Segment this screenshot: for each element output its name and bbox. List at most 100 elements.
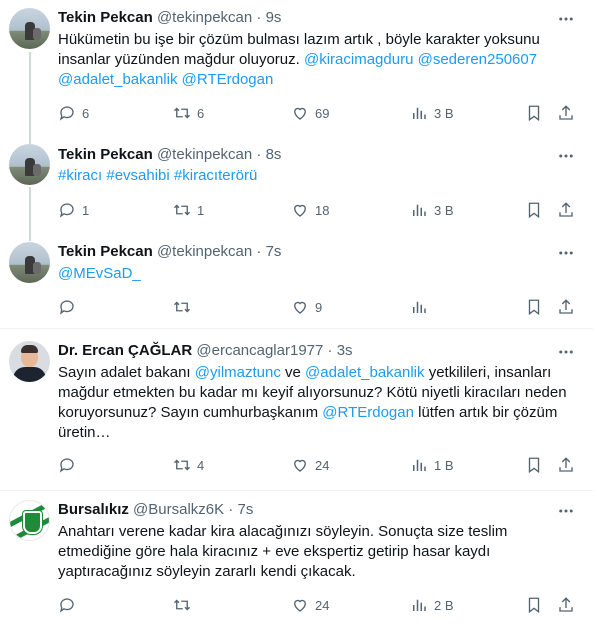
more-icon[interactable] [557, 10, 575, 28]
author-handle[interactable]: @Bursalkz6K [133, 501, 224, 518]
like-count: 24 [315, 457, 330, 473]
author-name[interactable]: Dr. Ercan ÇAĞLAR [58, 342, 192, 359]
reply-icon [58, 298, 76, 316]
more-icon[interactable] [557, 147, 575, 165]
timestamp[interactable]: 7s [237, 501, 253, 518]
reply-button[interactable]: 1 [58, 200, 89, 220]
text-segment: ve [280, 364, 306, 381]
like-count: 9 [315, 299, 323, 315]
mention-link[interactable]: @RTErdogan [322, 404, 414, 421]
avatar[interactable] [9, 242, 50, 283]
views-icon [410, 104, 428, 122]
retweet-count: 4 [197, 457, 205, 473]
tweet-text: Anahtarı verene kadar kira alacağınızı s… [58, 523, 508, 580]
views-button[interactable] [410, 297, 434, 317]
reply-button[interactable] [58, 297, 82, 317]
mention-link[interactable]: @MEvSaD_ [58, 265, 141, 282]
hashtag-link[interactable]: #kiracıterörü [174, 167, 257, 184]
timestamp[interactable]: 9s [266, 9, 282, 26]
tweet-header: Dr. Ercan ÇAĞLAR @ercancaglar1977 · 3s [58, 341, 353, 361]
mention-link[interactable]: @adalet_bakanlik [58, 71, 177, 88]
author-name[interactable]: Tekin Pekcan [58, 9, 153, 26]
like-button[interactable]: 24 [291, 595, 329, 615]
like-button[interactable]: 24 [291, 455, 329, 475]
hashtag-link[interactable]: #evsahibi [106, 167, 169, 184]
tweet-actions: 24 2 B [58, 595, 578, 615]
reply-icon [58, 456, 76, 474]
timestamp[interactable]: 7s [266, 243, 282, 260]
dot-separator: · [256, 9, 262, 26]
views-button[interactable]: 1 B [410, 455, 454, 475]
author-handle[interactable]: @tekinpekcan [157, 146, 252, 163]
bookmark-icon[interactable] [525, 103, 543, 123]
reply-button[interactable]: 6 [58, 103, 89, 123]
like-button[interactable]: 9 [291, 297, 322, 317]
tweet-header: Tekin Pekcan @tekinpekcan · 8s [58, 145, 281, 165]
share-icon[interactable] [557, 200, 575, 220]
tweet[interactable]: Tekin Pekcan @tekinpekcan · 8s #kiracı #… [0, 140, 593, 236]
author-name[interactable]: Tekin Pekcan [58, 146, 153, 163]
mention-link[interactable]: @kiracimagduru [304, 51, 413, 68]
tweet-text: Hükümetin bu işe bir çözüm bulması lazım… [58, 30, 583, 90]
retweet-icon [173, 596, 191, 614]
retweet-button[interactable]: 6 [173, 103, 204, 123]
views-button[interactable]: 3 B [410, 103, 454, 123]
retweet-icon [173, 201, 191, 219]
retweet-button[interactable] [173, 595, 197, 615]
share-icon[interactable] [557, 455, 575, 475]
like-icon [291, 456, 309, 474]
mention-link[interactable]: @adalet_bakanlik [305, 364, 424, 381]
timestamp[interactable]: 3s [337, 342, 353, 359]
share-icon[interactable] [557, 103, 575, 123]
hashtag-link[interactable]: #kiracı [58, 167, 102, 184]
avatar[interactable] [9, 8, 50, 49]
mention-link[interactable]: @sederen250607 [418, 51, 538, 68]
share-icon[interactable] [557, 297, 575, 317]
tweet-actions: 6 6 69 3 B [58, 103, 578, 123]
author-name[interactable]: Bursalıkız [58, 501, 129, 518]
share-icon[interactable] [557, 595, 575, 615]
more-icon[interactable] [557, 244, 575, 262]
author-handle[interactable]: @ercancaglar1977 [196, 342, 323, 359]
bookmark-icon[interactable] [525, 595, 543, 615]
tweet[interactable]: Tekin Pekcan @tekinpekcan · 9s Hükümetin… [0, 0, 593, 140]
like-count: 24 [315, 597, 330, 613]
like-icon [291, 298, 309, 316]
avatar[interactable] [9, 500, 50, 541]
views-count: 1 B [434, 457, 454, 473]
views-icon [410, 298, 428, 316]
mention-link[interactable]: @yilmaztunc [195, 364, 281, 381]
like-icon [291, 104, 309, 122]
bookmark-icon[interactable] [525, 297, 543, 317]
retweet-button[interactable] [173, 297, 197, 317]
reply-button[interactable] [58, 595, 82, 615]
reply-button[interactable] [58, 455, 82, 475]
timestamp[interactable]: 8s [266, 146, 282, 163]
avatar[interactable] [9, 341, 50, 382]
author-handle[interactable]: @tekinpekcan [157, 243, 252, 260]
avatar[interactable] [9, 144, 50, 185]
author-handle[interactable]: @tekinpekcan [157, 9, 252, 26]
more-icon[interactable] [557, 502, 575, 520]
tweet[interactable]: Tekin Pekcan @tekinpekcan · 7s @MEvSaD_ … [0, 236, 593, 328]
tweet[interactable]: Bursalıkız @Bursalkz6K · 7s Anahtarı ver… [0, 491, 593, 625]
retweet-button[interactable]: 4 [173, 455, 204, 475]
reply-count: 1 [82, 202, 90, 218]
views-count: 3 B [434, 202, 454, 218]
tweet[interactable]: Dr. Ercan ÇAĞLAR @ercancaglar1977 · 3s S… [0, 329, 593, 490]
dot-separator: · [327, 342, 333, 359]
retweet-button[interactable]: 1 [173, 200, 204, 220]
mention-link[interactable]: @RTErdogan [182, 71, 274, 88]
views-icon [410, 596, 428, 614]
views-button[interactable]: 2 B [410, 595, 454, 615]
views-count: 3 B [434, 105, 454, 121]
like-button[interactable]: 69 [291, 103, 329, 123]
like-button[interactable]: 18 [291, 200, 329, 220]
like-count: 69 [315, 105, 330, 121]
tweet-text: Sayın adalet bakanı @yilmaztunc ve @adal… [58, 363, 583, 443]
author-name[interactable]: Tekin Pekcan [58, 243, 153, 260]
bookmark-icon[interactable] [525, 455, 543, 475]
more-icon[interactable] [557, 343, 575, 361]
views-button[interactable]: 3 B [410, 200, 454, 220]
bookmark-icon[interactable] [525, 200, 543, 220]
